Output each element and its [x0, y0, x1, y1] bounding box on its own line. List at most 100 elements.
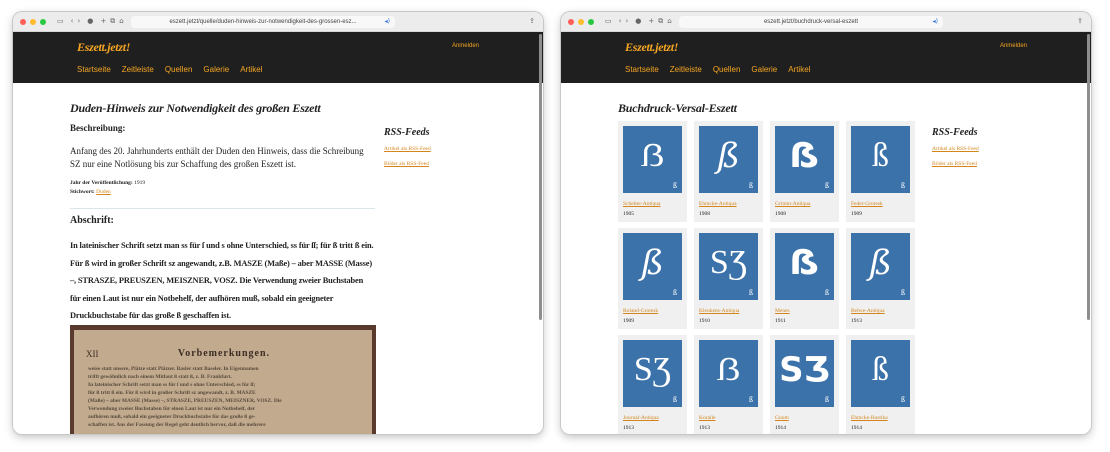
nav-artikel[interactable]: Artikel	[788, 65, 810, 74]
typeface-name-link[interactable]: Feder-Grotesk	[851, 201, 910, 207]
typeface-card[interactable]: SƷ ß Kleukens-Antiqua 1910	[694, 228, 763, 329]
small-eszett-glyph: ß	[749, 395, 753, 404]
back-icon[interactable]: ‹	[71, 18, 74, 25]
typeface-card[interactable]: ẞß Menes 1911	[770, 228, 839, 329]
minimize-window-button[interactable]	[30, 18, 36, 25]
site-logo[interactable]: Eszett.jetzt!	[625, 40, 678, 55]
typeface-year: 1908	[775, 211, 786, 217]
scan-line: schaffen ist. Aus der Fassung der Regel …	[88, 422, 266, 428]
site-header: Eszett.jetzt! Anmelden Startseite Zeitle…	[561, 32, 1091, 83]
nav-galerie[interactable]: Galerie	[203, 65, 229, 74]
typeface-name-link[interactable]: Kleukens-Antiqua	[699, 308, 758, 314]
typeface-card[interactable]: ß ß Ehmcke-Rustika 1914	[846, 335, 915, 434]
sidebar-icon[interactable]: ▭	[605, 18, 612, 25]
nav-quellen[interactable]: Quellen	[165, 65, 193, 74]
home-icon[interactable]: ⌂	[119, 18, 123, 25]
privacy-icon[interactable]: ●	[87, 18, 93, 25]
typeface-card[interactable]: ẞß Koralle 1913	[694, 335, 763, 434]
typeface-sample-image[interactable]: SƷ ß	[623, 340, 682, 407]
typeface-name-link[interactable]: Koralle	[699, 415, 758, 421]
privacy-icon[interactable]: ●	[635, 18, 641, 25]
back-icon[interactable]: ‹	[619, 18, 622, 25]
scrollbar-thumb[interactable]	[539, 34, 542, 320]
small-eszett-glyph: ß	[825, 395, 829, 404]
small-eszett-glyph: ß	[825, 181, 829, 190]
site-header: Eszett.jetzt! Anmelden Startseite Zeitle…	[13, 32, 543, 83]
typeface-year: 1913	[699, 425, 710, 431]
capital-eszett-glyph: SƷ	[779, 349, 830, 390]
typeface-sample-image[interactable]: ßß	[623, 233, 682, 300]
typeface-name-link[interactable]: Gnom	[775, 415, 834, 421]
typeface-name-link[interactable]: Roland-Grotesk	[623, 308, 682, 314]
typeface-sample-image[interactable]: ßß	[851, 126, 910, 193]
scrollbar[interactable]	[537, 32, 543, 434]
typeface-sample-image[interactable]: ẞß	[775, 233, 834, 300]
scrollbar-thumb[interactable]	[1087, 34, 1090, 320]
typeface-name-link[interactable]: Belwe-Antiqua	[851, 308, 910, 314]
typeface-card[interactable]: ß ß Ehmcke-Antiqua 1908	[694, 121, 763, 222]
capital-eszett-glyph: ẞ	[789, 242, 820, 283]
nav-startseite[interactable]: Startseite	[77, 65, 111, 74]
typeface-card[interactable]: SƷ ß Gnom 1914	[770, 335, 839, 434]
new-tab-icon[interactable]: +	[100, 18, 106, 25]
reader-audio-icon[interactable]: ◂)	[933, 18, 938, 25]
login-link[interactable]: Anmelden	[452, 43, 479, 49]
typeface-sample-image[interactable]: ßß	[699, 126, 758, 193]
new-tab-icon[interactable]: +	[648, 18, 654, 25]
scrollbar[interactable]	[1085, 32, 1091, 434]
website-viewport: Eszett.jetzt! Anmelden Startseite Zeitle…	[13, 32, 543, 434]
minimize-window-button[interactable]	[578, 18, 584, 25]
rss-images-link[interactable]: Bilder als RSS-Feed	[932, 161, 979, 167]
sidebar-icon[interactable]: ▭	[57, 18, 64, 25]
rss-articles-link[interactable]: Artikel als RSS-Feed	[932, 146, 979, 152]
address-bar[interactable]: eszett.jetzt/quelle/duden-hinweis-zur-no…	[131, 16, 395, 28]
rss-articles-link[interactable]: Artikel als RSS-Feed	[384, 146, 431, 152]
share-icon[interactable]: ⇪	[529, 17, 535, 25]
capital-eszett-glyph: ẞ	[640, 136, 665, 174]
close-window-button[interactable]	[20, 18, 26, 25]
typeface-sample-image[interactable]: SƷ ß	[699, 233, 758, 300]
keyword-link[interactable]: Duden	[96, 189, 111, 195]
forward-icon[interactable]: ›	[77, 18, 80, 25]
typeface-sample-image[interactable]: ßß	[851, 340, 910, 407]
nav-artikel[interactable]: Artikel	[240, 65, 262, 74]
typeface-card[interactable]: ß ß Feder-Grotesk 1909	[846, 121, 915, 222]
nav-zeitleiste[interactable]: Zeitleiste	[122, 65, 154, 74]
zoom-window-button[interactable]	[588, 18, 594, 25]
login-link[interactable]: Anmelden	[1000, 43, 1027, 49]
typeface-card[interactable]: ß ß Belwe-Antiqua 1913	[846, 228, 915, 329]
tabs-icon[interactable]: ⧉	[658, 18, 663, 25]
nav-galerie[interactable]: Galerie	[751, 65, 777, 74]
nav-startseite[interactable]: Startseite	[625, 65, 659, 74]
typeface-name-link[interactable]: Ehmcke-Antiqua	[699, 201, 758, 207]
typeface-name-link[interactable]: Grimm-Antiqua	[775, 201, 834, 207]
rss-sidebar: RSS-Feeds Artikel als RSS-Feed Bilder al…	[384, 127, 431, 176]
site-logo[interactable]: Eszett.jetzt!	[77, 40, 130, 55]
typeface-card[interactable]: ẞß Schelter-Antiqua 1905	[618, 121, 687, 222]
share-icon[interactable]: ⇪	[1077, 17, 1083, 25]
typeface-card[interactable]: SƷ ß Journal-Antiqua 1913	[618, 335, 687, 434]
close-window-button[interactable]	[568, 18, 574, 25]
address-bar[interactable]: eszett.jetzt/buchdruck-versal-eszett ◂)	[679, 16, 943, 28]
forward-icon[interactable]: ›	[625, 18, 628, 25]
typeface-sample-image[interactable]: ẞß	[775, 126, 834, 193]
typeface-sample-image[interactable]: SƷ ß	[775, 340, 834, 407]
tabs-icon[interactable]: ⧉	[110, 18, 115, 25]
typeface-sample-image[interactable]: ßß	[851, 233, 910, 300]
typeface-sample-image[interactable]: ẞß	[699, 340, 758, 407]
nav-zeitleiste[interactable]: Zeitleiste	[670, 65, 702, 74]
zoom-window-button[interactable]	[40, 18, 46, 25]
home-icon[interactable]: ⌂	[667, 18, 671, 25]
typeface-sample-image[interactable]: ẞß	[623, 126, 682, 193]
typeface-name-link[interactable]: Menes	[775, 308, 834, 314]
typeface-name-link[interactable]: Schelter-Antiqua	[623, 201, 682, 207]
typeface-card[interactable]: ẞß Grimm-Antiqua 1908	[770, 121, 839, 222]
scan-line: weise statt unsere, Plätze statt Plätzer…	[88, 366, 259, 372]
typeface-card[interactable]: ß ß Roland-Grotesk 1909	[618, 228, 687, 329]
nav-quellen[interactable]: Quellen	[713, 65, 741, 74]
reader-audio-icon[interactable]: ◂)	[385, 18, 390, 25]
typeface-name-link[interactable]: Ehmcke-Rustika	[851, 415, 910, 421]
typeface-year: 1910	[699, 318, 710, 324]
rss-images-link[interactable]: Bilder als RSS-Feed	[384, 161, 431, 167]
typeface-name-link[interactable]: Journal-Antiqua	[623, 415, 682, 421]
